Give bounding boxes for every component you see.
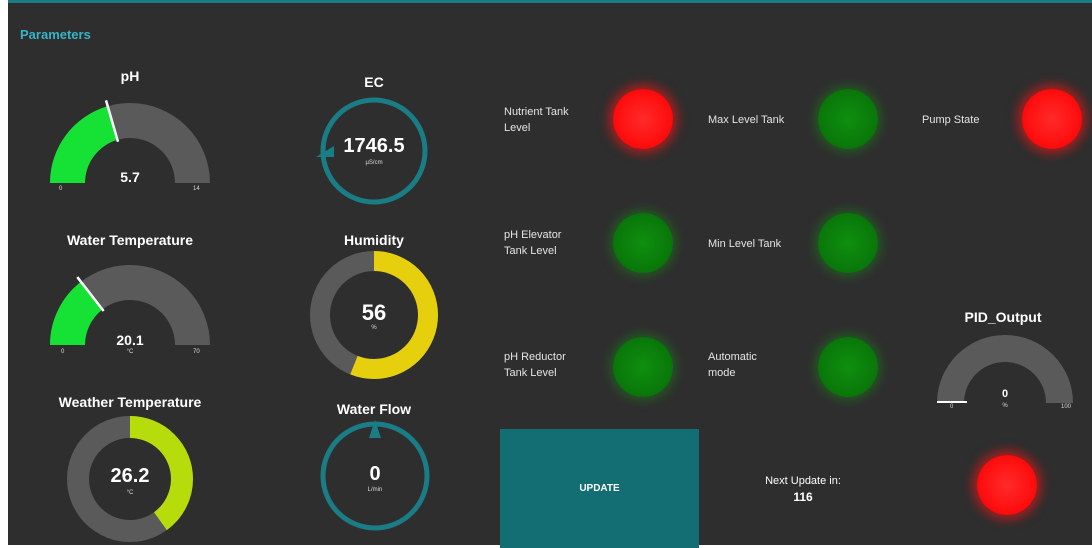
dashboard-panel: Parameters pH 5.7 0 14 Water Temperature… <box>8 0 1092 548</box>
max-level-tank-label: Max Level Tank <box>708 114 785 126</box>
ec-unit: µS/cm <box>365 160 383 166</box>
water-temp-unit: °C <box>126 349 134 355</box>
nutrient-tank-indicator <box>613 89 673 149</box>
weather-temp-title: Weather Temperature <box>58 394 202 410</box>
ph-gauge-fill <box>50 106 118 183</box>
water-flow-title: Water Flow <box>336 401 412 417</box>
next-update-value: 116 <box>793 490 813 504</box>
water-temp-title: Water Temperature <box>66 232 194 248</box>
automatic-mode-indicator <box>818 337 878 397</box>
ph-value: 5.7 <box>120 169 140 185</box>
ph-title: pH <box>120 68 140 84</box>
ec-value: 1746.5 <box>343 135 405 157</box>
min-level-tank-indicator <box>818 213 878 273</box>
weather-temp-unit: °C <box>126 490 134 496</box>
max-level-tank-indicator <box>818 89 878 149</box>
humidity-title: Humidity <box>344 232 404 248</box>
water-flow-value: 0 <box>369 463 381 485</box>
ph-reductor-indicator <box>613 337 673 397</box>
humidity-unit: % <box>371 325 377 331</box>
pid-title: PID_Output <box>964 309 1042 325</box>
humidity-value: 56 <box>361 300 387 325</box>
pid-min: 0 <box>950 404 954 410</box>
pid-unit: % <box>1002 403 1008 409</box>
pump-state-indicator <box>1022 89 1082 149</box>
section-title: Parameters <box>20 27 91 42</box>
ph-max: 14 <box>193 186 200 192</box>
update-button[interactable]: UPDATE <box>500 429 699 548</box>
automatic-mode-label: Automatic mode <box>708 351 757 379</box>
next-update-label: Next Update in: <box>765 475 841 487</box>
pid-value: 0 <box>1001 388 1009 400</box>
ph-reductor-label: pH Reductor Tank Level <box>504 351 566 379</box>
nutrient-tank-label: Nutrient Tank Level <box>504 106 569 134</box>
ec-title: EC <box>364 74 384 90</box>
water-temp-min: 0 <box>61 349 65 355</box>
min-level-tank-label: Min Level Tank <box>708 238 782 250</box>
weather-temp-value: 26.2 <box>110 465 150 487</box>
update-status-indicator <box>977 455 1037 515</box>
ph-min: 0 <box>59 186 63 192</box>
water-flow-unit: L/min <box>367 487 383 493</box>
water-temp-max: 70 <box>193 349 200 355</box>
pid-max: 100 <box>1061 404 1072 410</box>
water-temp-value: 20.1 <box>116 332 144 348</box>
ph-elevator-indicator <box>613 213 673 273</box>
ph-elevator-label: pH Elevator Tank Level <box>504 229 562 257</box>
pump-state-label: Pump State <box>922 114 980 126</box>
